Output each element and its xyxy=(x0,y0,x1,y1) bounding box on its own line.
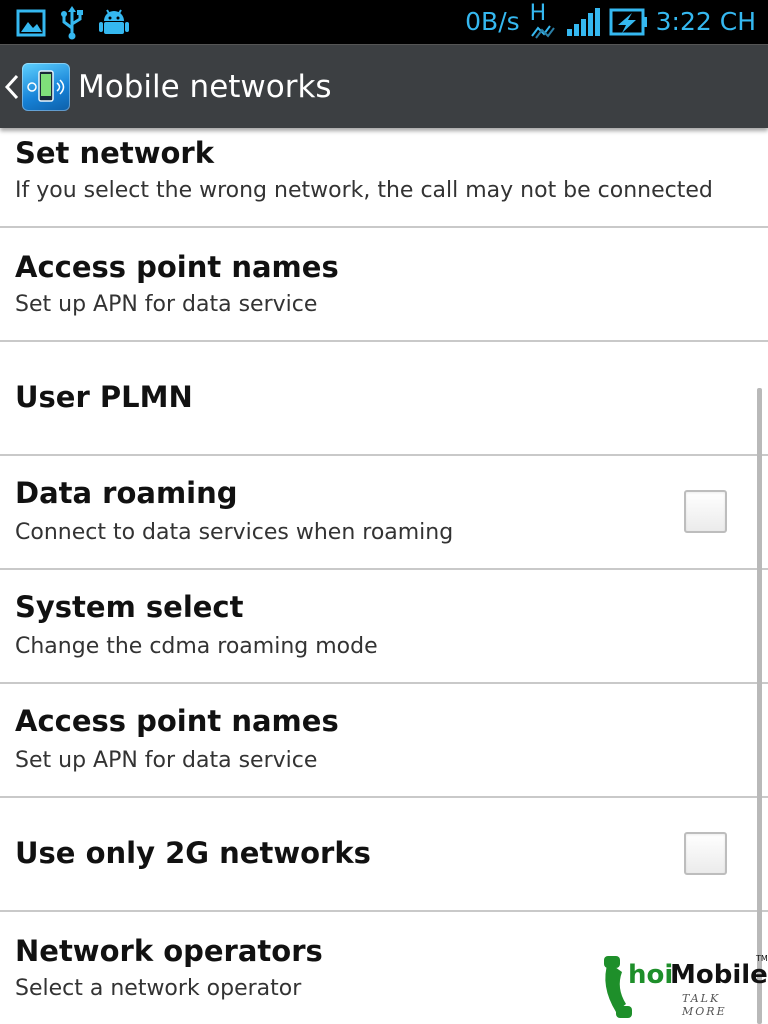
scrollbar[interactable] xyxy=(757,388,762,1024)
item-title: User PLMN xyxy=(15,380,193,414)
item-summary: Select a network operator xyxy=(15,976,302,1001)
watermark-brand-end: Mobile xyxy=(670,960,768,990)
system-select-item[interactable]: System select Change the cdma roaming mo… xyxy=(0,570,768,684)
watermark-logo: C hoi Mobile TM TALK MORE xyxy=(598,952,768,1024)
mobile-networks-icon[interactable] xyxy=(22,63,70,111)
status-bar-system: 0B/s H 3:22 CH xyxy=(465,1,756,40)
settings-list: Set network If you select the wrong netw… xyxy=(0,128,768,1024)
page-title: Mobile networks xyxy=(78,69,332,105)
watermark-brand-mid: hoi xyxy=(628,960,674,990)
set-network-item[interactable]: Set network If you select the wrong netw… xyxy=(0,128,768,228)
item-summary: Set up APN for data service xyxy=(15,292,318,317)
item-title: System select xyxy=(15,590,244,624)
use-only-2g-item[interactable]: Use only 2G networks xyxy=(0,798,768,912)
item-title: Network operators xyxy=(15,934,323,968)
item-title: Access point names xyxy=(15,704,339,738)
usb-icon xyxy=(61,6,83,40)
status-bar-notifications xyxy=(16,6,130,40)
use-only-2g-checkbox[interactable] xyxy=(684,832,727,875)
status-bar: 0B/s H 3:22 CH xyxy=(0,0,768,44)
item-summary: Change the cdma roaming mode xyxy=(15,634,378,659)
action-bar: Mobile networks xyxy=(0,44,768,128)
item-summary: Set up APN for data service xyxy=(15,748,318,773)
data-roaming-item[interactable]: Data roaming Connect to data services wh… xyxy=(0,456,768,570)
item-summary: If you select the wrong network, the cal… xyxy=(15,178,713,203)
item-title: Data roaming xyxy=(15,476,238,510)
user-plmn-item[interactable]: User PLMN xyxy=(0,342,768,456)
battery-charging-icon xyxy=(609,8,647,36)
item-title: Set network xyxy=(15,136,214,170)
data-transfer-icon: H xyxy=(528,1,558,40)
item-summary: Connect to data services when roaming xyxy=(15,520,454,545)
access-point-names-item-2[interactable]: Access point names Set up APN for data s… xyxy=(0,684,768,798)
network-type-label: H xyxy=(529,1,547,26)
watermark-slogan: TALK MORE xyxy=(682,992,727,1018)
clock-text: 3:22 CH xyxy=(655,7,756,36)
watermark-tm: TM xyxy=(756,954,768,963)
item-title: Access point names xyxy=(15,250,339,284)
item-title: Use only 2G networks xyxy=(15,836,371,870)
gallery-icon xyxy=(16,9,46,37)
data-roaming-checkbox[interactable] xyxy=(684,490,727,533)
signal-icon xyxy=(566,8,600,36)
chevron-left-icon[interactable] xyxy=(4,73,20,101)
data-speed-text: 0B/s xyxy=(465,7,520,36)
access-point-names-item[interactable]: Access point names Set up APN for data s… xyxy=(0,228,768,342)
android-debug-icon xyxy=(99,9,129,34)
